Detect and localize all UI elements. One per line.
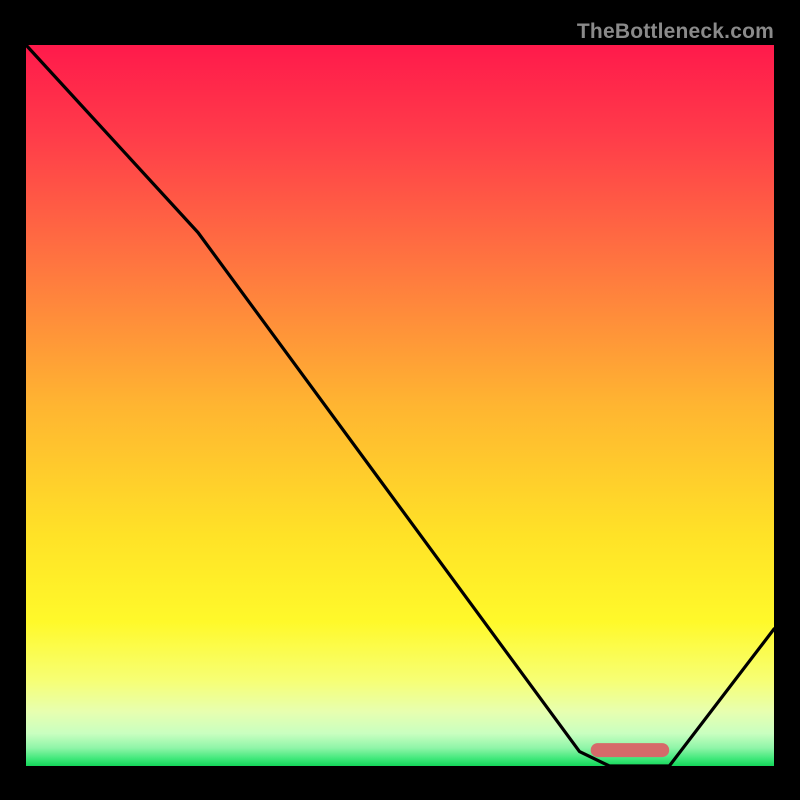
frame-bottom: [20, 766, 780, 780]
optimal-range-marker: [591, 743, 670, 757]
bottleneck-chart: [20, 20, 780, 780]
gradient-background: [26, 45, 774, 766]
chart-frame: TheBottleneck.com: [20, 20, 780, 780]
frame-right: [774, 20, 780, 780]
frame-left: [20, 20, 26, 780]
watermark-text: TheBottleneck.com: [577, 20, 774, 44]
